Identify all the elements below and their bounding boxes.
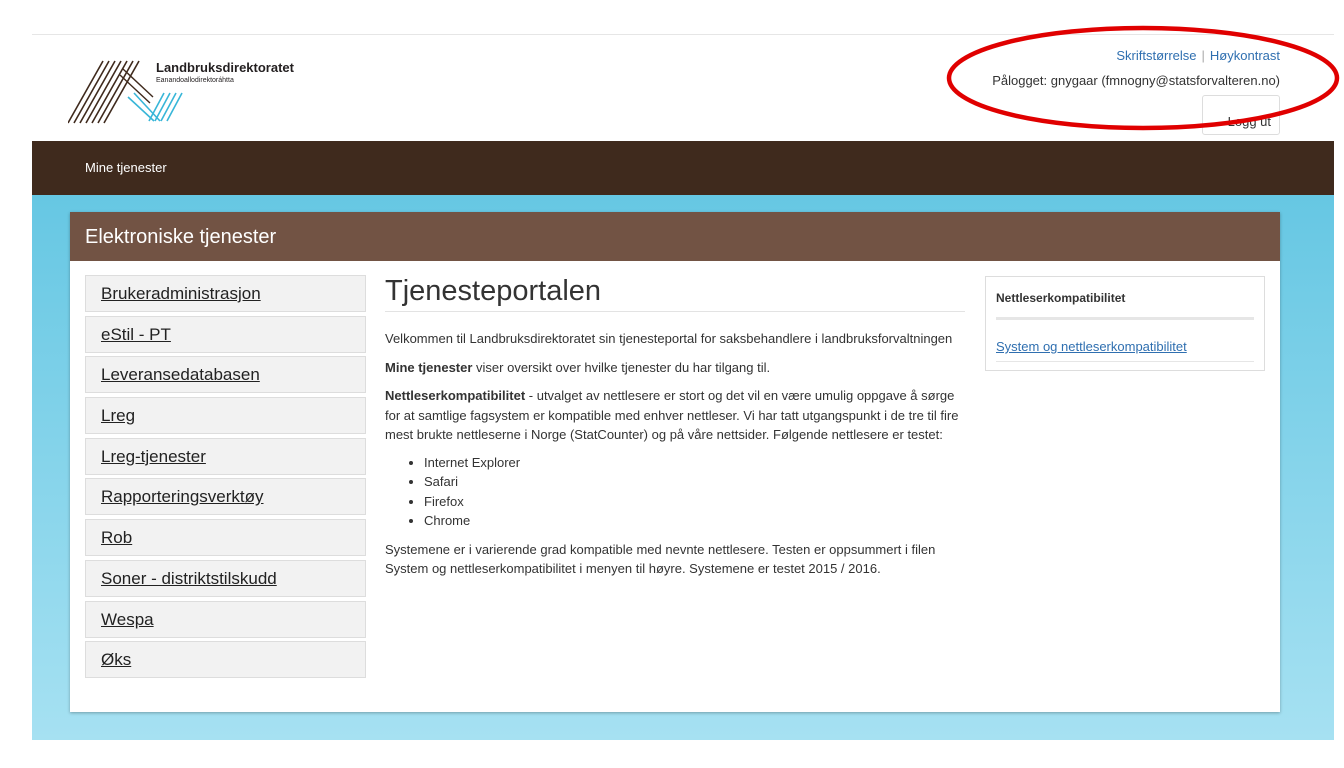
my-services-paragraph: Mine tjenester viser oversikt over hvilk… [385,358,965,378]
menu-item-lreg[interactable]: Lreg [85,397,366,435]
menu-item-rob[interactable]: Rob [85,519,366,557]
services-panel: Elektroniske tjenester Brukeradministras… [70,212,1280,712]
utility-links: Skriftstørrelse | Høykontrast [1116,48,1280,63]
nav-my-services[interactable]: Mine tjenester [85,160,167,175]
my-services-text: viser oversikt over hvilke tjenester du … [472,359,771,375]
page-title: Tjenesteportalen [385,275,965,312]
menu-item-brukeradministrasjon[interactable]: Brukeradministrasjon [85,275,366,312]
menu-item-soner[interactable]: Soner - distriktstilskudd [85,559,366,597]
main-content: Tjenesteportalen Velkommen til Landbruks… [385,275,965,579]
compat-box-bottom-divider [996,361,1254,362]
site-header: Landbruksdirektoratet Eanandoallodirekto… [32,35,1334,141]
browser-compat-box: Nettleserkompatibilitet System og nettle… [985,276,1265,371]
menu-item-oks[interactable]: Øks [85,641,366,679]
browser-list: Internet Explorer Safari Firefox Chrome [424,453,965,531]
content-background: Elektroniske tjenester Brukeradministras… [32,195,1334,740]
menu-item-leveransedatabasen[interactable]: Leveransedatabasen [85,356,366,394]
panel-header: Elektroniske tjenester [70,212,1280,261]
services-menu: Brukeradministrasjon eStil - PT Leverans… [85,275,366,682]
menu-item-rapporteringsverktoy[interactable]: Rapporteringsverktøy [85,478,366,516]
logout-button[interactable]: Logg ut [1202,95,1280,135]
compat-box-title: Nettleserkompatibilitet [996,291,1126,305]
menu-item-estil-pt[interactable]: eStil - PT [85,315,366,353]
font-size-link[interactable]: Skriftstørrelse [1116,48,1196,63]
menu-item-lreg-tjenester[interactable]: Lreg-tjenester [85,437,366,475]
high-contrast-link[interactable]: Høykontrast [1210,48,1280,63]
page: Landbruksdirektoratet Eanandoallodirekto… [32,0,1340,740]
utility-separator: | [1201,48,1205,63]
compat-bold: Nettleserkompatibilitet [385,388,526,403]
list-item: Firefox [424,492,965,512]
logo-title: Landbruksdirektoratet [156,60,294,75]
welcome-text: Velkommen til Landbruksdirektoratet sin … [385,331,953,346]
list-item: Safari [424,472,965,492]
logo-subtitle: Eanandoallodirektoráhtta [156,77,234,84]
compat-doc-link[interactable]: System og nettleserkompatibilitet [996,339,1187,354]
logged-in-user: Pålogget: gnygaar (fmnogny@statsforvalte… [992,73,1280,88]
list-item: Chrome [424,511,965,531]
panel-title: Elektroniske tjenester [85,226,277,248]
summary-text: Systemene er i varierende grad kompatibl… [385,541,936,577]
menu-item-wespa[interactable]: Wespa [85,600,366,638]
my-services-bold: Mine tjenester [385,359,473,375]
compat-paragraph: Nettleserkompatibilitet - utvalget av ne… [385,386,965,445]
main-navbar: Mine tjenester [32,141,1334,195]
logo[interactable]: Landbruksdirektoratet Eanandoallodirekto… [68,57,318,127]
compat-box-divider [996,317,1254,320]
list-item: Internet Explorer [424,453,965,473]
